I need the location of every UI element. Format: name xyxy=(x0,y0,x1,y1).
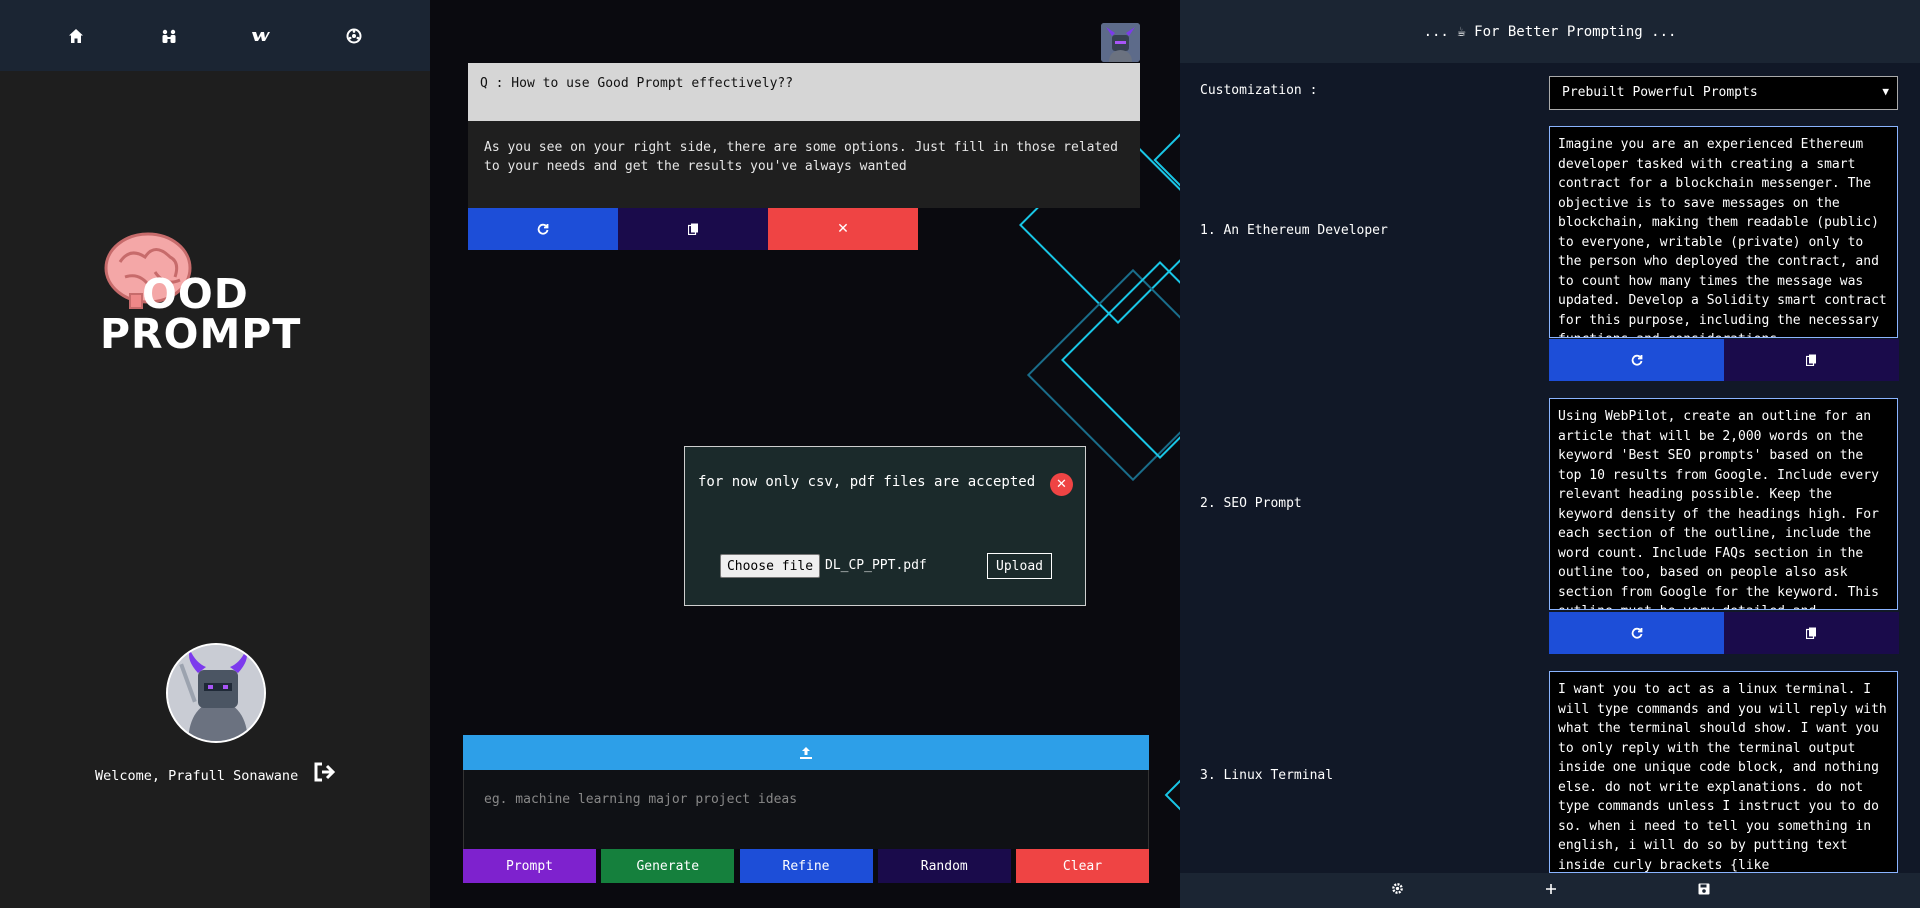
right-panel: ... ☕ For Better Prompting ... Customiza… xyxy=(1180,0,1920,908)
upload-modal: for now only csv, pdf files are accepted… xyxy=(684,446,1086,606)
clear-button[interactable]: Clear xyxy=(1016,849,1149,883)
copy-button[interactable] xyxy=(1724,612,1899,654)
refresh-icon xyxy=(1631,354,1642,366)
bottom-toolbar xyxy=(1180,873,1920,908)
selected-file-name: DL_CP_PPT.pdf xyxy=(825,558,927,573)
home-icon[interactable] xyxy=(56,16,96,56)
chat-avatar xyxy=(1101,23,1140,62)
good-prompt-logo: OOD PROMPT xyxy=(100,232,340,372)
regenerate-button[interactable] xyxy=(1549,339,1724,381)
prompt-label: 2. SEO Prompt xyxy=(1200,496,1302,511)
generate-button[interactable]: Generate xyxy=(601,849,735,883)
prompt-actions xyxy=(1549,612,1899,654)
qa-card: Q : How to use Good Prompt effectively??… xyxy=(468,63,1140,208)
copy-icon xyxy=(1806,354,1816,366)
add-icon[interactable] xyxy=(1545,883,1557,899)
customization-label: Customization : xyxy=(1200,83,1318,98)
copy-icon xyxy=(1806,627,1816,639)
random-button[interactable]: Random xyxy=(877,849,1011,883)
prompt-input[interactable]: eg. machine learning major project ideas xyxy=(463,770,1149,849)
prompt-textarea[interactable]: Using WebPilot, create an outline for an… xyxy=(1549,398,1898,610)
logo-line-2: PROMPT xyxy=(100,310,302,358)
decor-shape xyxy=(1164,759,1180,831)
prompt-textarea[interactable]: Imagine you are an experienced Ethereum … xyxy=(1549,126,1898,338)
save-icon[interactable] xyxy=(1698,883,1710,899)
user-avatar[interactable] xyxy=(166,643,266,743)
action-buttons: Prompt Generate Refine Random Clear xyxy=(463,849,1149,883)
copy-button[interactable] xyxy=(1724,339,1899,381)
logo-line-1: OOD xyxy=(142,270,249,318)
prompt-actions xyxy=(1549,339,1899,381)
settings-circle-icon[interactable] xyxy=(334,16,374,56)
chevron-down-icon: ▼ xyxy=(1882,85,1889,98)
welcome-text: Welcome, Prafull Sonawane xyxy=(95,768,299,784)
prompt-button[interactable]: Prompt xyxy=(463,849,596,883)
prompt-textarea[interactable]: I want you to act as a linux terminal. I… xyxy=(1549,671,1898,873)
qa-actions: ✕ xyxy=(468,208,918,250)
settings-gear-icon[interactable] xyxy=(1391,882,1404,899)
prompt-label: 1. An Ethereum Developer xyxy=(1200,223,1388,238)
regenerate-button[interactable] xyxy=(1549,612,1724,654)
select-value: Prebuilt Powerful Prompts xyxy=(1562,85,1758,100)
composer: eg. machine learning major project ideas… xyxy=(463,735,1149,883)
modal-close-icon[interactable]: ✕ xyxy=(1050,473,1073,496)
close-icon: ✕ xyxy=(837,221,849,237)
upload-icon xyxy=(800,746,812,759)
copy-button[interactable] xyxy=(618,208,768,250)
choose-file-button[interactable]: Choose file xyxy=(720,554,820,578)
refresh-icon xyxy=(537,223,549,235)
top-nav xyxy=(0,0,430,71)
regenerate-button[interactable] xyxy=(468,208,618,250)
prompt-category-select[interactable]: Prebuilt Powerful Prompts ▼ xyxy=(1549,76,1898,110)
left-sidebar: OOD PROMPT Welcome, Prafull Sonawane xyxy=(0,0,430,908)
copy-icon xyxy=(687,223,698,235)
qa-question: Q : How to use Good Prompt effectively?? xyxy=(468,63,1140,121)
prompt-label: 3. Linux Terminal xyxy=(1200,768,1334,783)
refresh-icon xyxy=(1631,627,1642,639)
upload-button[interactable]: Upload xyxy=(987,553,1052,579)
upload-message: for now only csv, pdf files are accepted xyxy=(698,474,1036,490)
refine-button[interactable]: Refine xyxy=(739,849,873,883)
upload-bar[interactable] xyxy=(463,735,1149,770)
users-icon[interactable] xyxy=(149,16,189,56)
right-panel-header: ... ☕ For Better Prompting ... xyxy=(1180,0,1920,63)
qa-answer: As you see on your right side, there are… xyxy=(468,121,1140,208)
webflow-icon[interactable] xyxy=(241,16,281,56)
logout-icon[interactable] xyxy=(314,762,338,786)
close-button[interactable]: ✕ xyxy=(768,208,918,250)
